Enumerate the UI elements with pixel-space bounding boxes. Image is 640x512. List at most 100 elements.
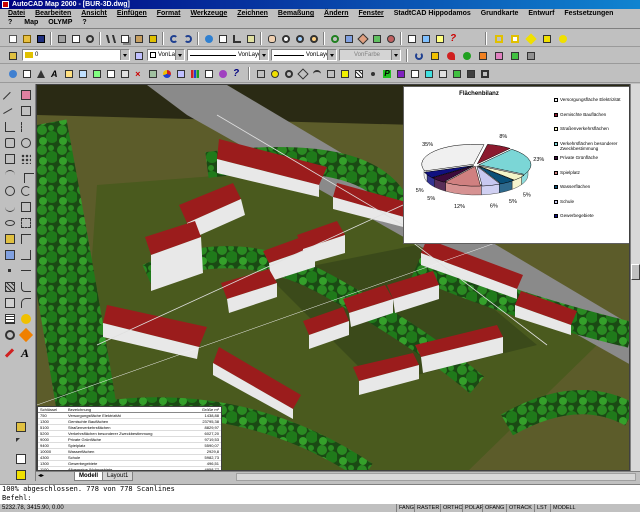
multiline-text-tool[interactable]: A [19,346,33,362]
region-tool[interactable] [3,296,17,310]
refresh-button[interactable] [412,49,424,61]
autocad-app-icon[interactable] [2,1,9,8]
map-triangle-button[interactable] [34,67,46,79]
map-image-button[interactable] [146,67,158,79]
draw-point-tool[interactable] [3,264,17,278]
lock-tool[interactable] [14,420,28,434]
hyperlink-button[interactable] [202,32,214,44]
erase-tool[interactable] [19,88,33,102]
tab-layout1[interactable]: Layout1 [102,472,134,481]
draw-rectangle-button[interactable] [254,67,266,79]
draw-circle-button[interactable] [268,67,280,79]
redo-button[interactable] [181,32,193,44]
menu-map[interactable]: Map [20,18,42,28]
layer-combo[interactable]: 0 [22,49,130,61]
map-text-button[interactable]: A [48,67,60,79]
map-tool-4-button[interactable] [540,32,552,44]
drawing-viewport[interactable]: Flächenbilanz 8% 23% 5% 5% 6% 12% 5% 5% 35% Vers… [36,84,630,471]
hatch-tool[interactable] [3,280,17,294]
p-tool-button[interactable]: P [380,67,392,79]
fillet-tool[interactable] [19,296,33,310]
menu-zeichnen[interactable]: Zeichnen [233,9,272,19]
draw-ellipse-tool[interactable] [3,216,17,230]
search-button[interactable] [83,32,95,44]
yellow-square-button[interactable] [338,67,350,79]
map-frame-button[interactable] [20,67,32,79]
map-query-button[interactable] [62,67,74,79]
map-tool-2-button[interactable] [508,32,520,44]
draw-polygon-tool[interactable] [3,136,17,150]
menu-help[interactable]: ? [78,18,90,28]
linetype-dropdown-arrow[interactable] [259,50,268,60]
move-tool[interactable] [19,168,34,183]
draw-spline-tool[interactable] [3,200,17,214]
draw-spline-button[interactable] [310,67,322,79]
new-button[interactable] [6,32,18,44]
view-iso-button[interactable] [356,32,369,45]
menu-werkzeuge[interactable]: Werkzeuge [186,9,231,19]
break-tool[interactable] [19,264,33,278]
draw-rectangle-tool[interactable] [3,152,17,166]
map-topology-button[interactable] [90,67,102,79]
red-marker-button[interactable] [444,49,456,61]
draw-circle-tool[interactable] [3,184,17,198]
menu-olymp[interactable]: OLYMP [44,18,76,28]
draw-polyline-tool[interactable] [3,120,17,134]
color-combo[interactable]: VonLayer [147,49,185,61]
menu-grundkarte[interactable]: Grundkarte [477,9,523,19]
menu-einfuegen[interactable]: Einfügen [113,9,151,19]
gray-tool-button[interactable] [524,49,536,61]
select-tool[interactable] [14,436,28,450]
explode-tool-2[interactable] [18,327,34,343]
flaechenbilanz-chart[interactable]: Flächenbilanz 8% 23% 5% 5% 6% 12% 5% 5% 35% Vers… [403,86,629,244]
revcloud-tool[interactable] [3,346,17,360]
yellow-arrow-button[interactable] [428,49,440,61]
draw-polygon-button[interactable] [296,67,309,80]
menu-entwurf[interactable]: Entwurf [524,9,558,19]
scale-tool[interactable] [19,200,33,214]
zoom-extents-tool[interactable] [14,452,28,466]
mirror-tool[interactable] [19,120,33,134]
lineweight-dropdown-arrow[interactable] [327,50,336,60]
draw-region-button[interactable] [324,67,336,79]
map-tool-1-button[interactable] [492,32,504,44]
make-block-tool[interactable] [3,248,17,262]
map-tool-3-button[interactable] [524,32,537,45]
draw-donut-tool[interactable] [3,328,17,342]
tab-nav-arrows[interactable]: ◂▸ [38,472,44,481]
orange-tool-button[interactable] [476,49,488,61]
table-tool[interactable] [3,312,17,326]
draw-line-tool[interactable] [2,88,18,107]
view-top-button[interactable] [342,32,354,44]
copy-button[interactable] [118,32,130,44]
stretch-tool[interactable] [19,216,33,230]
distance-button[interactable] [244,32,256,44]
map-close-button[interactable]: × [132,67,144,79]
menu-aendern[interactable]: Ändern [320,9,353,19]
cyan-tool-button[interactable] [422,67,434,79]
dark-grid-button[interactable] [464,67,476,79]
map-globe-button[interactable] [6,67,18,79]
green-grid-button[interactable] [450,67,462,79]
map-help-button[interactable]: ? [230,67,242,79]
status-lineweight[interactable]: LST [534,504,549,512]
map-table-button[interactable] [118,67,130,79]
menu-fenster[interactable]: Fenster [355,9,388,19]
design-center-button[interactable] [419,32,431,44]
command-line[interactable]: 100% abgeschlossen. 778 von 778 Scanline… [0,484,640,504]
purple-tool-button[interactable] [394,67,406,79]
cut-button[interactable] [104,32,117,44]
tab-model[interactable]: Modell [74,472,103,481]
layer-dropdown-arrow[interactable] [120,50,129,60]
status-snap[interactable]: FANG [396,504,416,512]
menu-bemassung[interactable]: Bemaßung [274,9,318,19]
scroll-thumb[interactable] [631,264,640,280]
map-edit-button[interactable] [104,67,116,79]
area-table[interactable]: Schlüssel Bezeichnung Größe m² 750 Versor… [37,406,222,470]
map-palette-button[interactable] [216,67,228,79]
lineweight-combo[interactable]: VonLayer [271,49,337,61]
open-button[interactable] [20,32,32,44]
draw-point-button[interactable] [366,67,378,79]
contour-tool-button[interactable] [408,67,420,79]
map-block-button[interactable] [174,67,186,79]
